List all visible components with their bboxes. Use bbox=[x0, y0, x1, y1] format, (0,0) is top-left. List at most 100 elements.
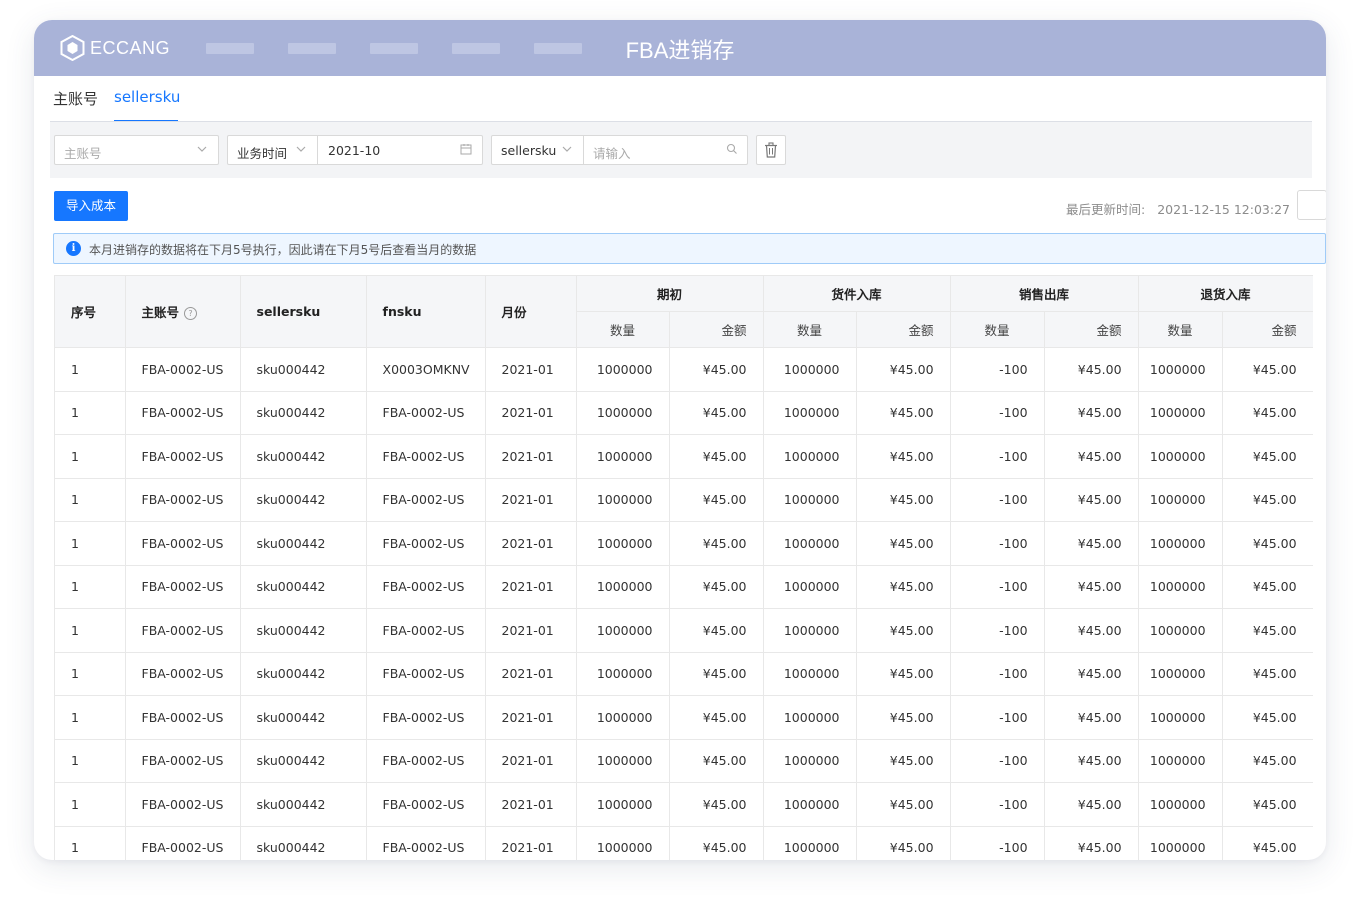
cell-return-qty: 1000000 bbox=[1138, 826, 1223, 860]
col-group-sales-out: 销售出库 bbox=[950, 276, 1139, 312]
cell-fnsku: FBA-0002-US bbox=[366, 391, 486, 435]
cell-return-amount: ¥45.00 bbox=[1222, 739, 1313, 783]
table-row[interactable]: 1 FBA-0002-US sku000442 FBA-0002-US 2021-01 1… bbox=[55, 782, 1313, 827]
cell-shipment-qty: 1000000 bbox=[763, 782, 857, 827]
col-group-shipment-in: 货件入库 bbox=[763, 276, 951, 312]
cell-index: 1 bbox=[55, 391, 126, 435]
search-input[interactable]: 请输入 bbox=[593, 143, 631, 162]
search-field-select[interactable]: sellersku bbox=[501, 143, 556, 158]
table-row[interactable]: 1 FBA-0002-US sku000442 FBA-0002-US 2021-01 1… bbox=[55, 608, 1313, 653]
cell-opening-qty: 1000000 bbox=[576, 434, 670, 479]
table-row[interactable]: 1 FBA-0002-US sku000442 FBA-0002-US 2021-01 1… bbox=[55, 521, 1313, 566]
cell-shipment-amount: ¥45.00 bbox=[856, 521, 951, 566]
table-row[interactable]: 1 FBA-0002-US sku000442 FBA-0002-US 2021-01 1… bbox=[55, 391, 1313, 435]
tab-sellersku[interactable]: sellersku bbox=[114, 88, 180, 106]
table-row[interactable]: 1 FBA-0002-US sku000442 FBA-0002-US 2021-01 1… bbox=[55, 826, 1313, 860]
cell-month: 2021-01 bbox=[485, 478, 577, 522]
cell-opening-qty: 1000000 bbox=[576, 478, 670, 522]
cell-index: 1 bbox=[55, 478, 126, 522]
cell-opening-qty: 1000000 bbox=[576, 608, 670, 653]
chevron-down-icon[interactable] bbox=[296, 143, 306, 157]
cell-opening-amount: ¥45.00 bbox=[669, 782, 764, 827]
cell-sellersku: sku000442 bbox=[240, 826, 367, 860]
cell-month: 2021-01 bbox=[485, 434, 577, 479]
col-header-sellersku: sellersku bbox=[240, 276, 367, 348]
cell-return-qty: 1000000 bbox=[1138, 565, 1223, 609]
table-row[interactable]: 1 FBA-0002-US sku000442 FBA-0002-US 2021-01 1… bbox=[55, 652, 1313, 696]
cell-opening-amount: ¥45.00 bbox=[669, 608, 764, 653]
cell-opening-qty: 1000000 bbox=[576, 347, 670, 392]
tab-main-account[interactable]: 主账号 bbox=[53, 88, 98, 109]
cell-sellersku: sku000442 bbox=[240, 565, 367, 609]
cell-account: FBA-0002-US bbox=[125, 391, 241, 435]
cell-month: 2021-01 bbox=[485, 608, 577, 653]
cell-sales-qty: -100 bbox=[950, 782, 1045, 827]
cell-sellersku: sku000442 bbox=[240, 391, 367, 435]
cell-return-amount: ¥45.00 bbox=[1222, 565, 1313, 609]
cell-month: 2021-01 bbox=[485, 782, 577, 827]
cell-sales-amount: ¥45.00 bbox=[1044, 695, 1139, 740]
cell-sales-amount: ¥45.00 bbox=[1044, 434, 1139, 479]
cell-sales-amount: ¥45.00 bbox=[1044, 826, 1139, 860]
cell-return-amount: ¥45.00 bbox=[1222, 652, 1313, 696]
cell-sales-amount: ¥45.00 bbox=[1044, 478, 1139, 522]
cell-return-amount: ¥45.00 bbox=[1222, 347, 1313, 392]
cell-month: 2021-01 bbox=[485, 739, 577, 783]
cell-opening-qty: 1000000 bbox=[576, 739, 670, 783]
cell-return-amount: ¥45.00 bbox=[1222, 434, 1313, 479]
cell-shipment-amount: ¥45.00 bbox=[856, 652, 951, 696]
col-header-amount: 金额 bbox=[1044, 311, 1139, 348]
cell-return-qty: 1000000 bbox=[1138, 478, 1223, 522]
cell-index: 1 bbox=[55, 608, 126, 653]
cell-sellersku: sku000442 bbox=[240, 434, 367, 479]
divider bbox=[583, 136, 584, 164]
time-type-select[interactable]: 业务时间 bbox=[237, 143, 287, 162]
account-select[interactable]: 主账号 bbox=[54, 135, 219, 165]
table-row[interactable]: 1 FBA-0002-US sku000442 FBA-0002-US 2021-01 1… bbox=[55, 695, 1313, 740]
calendar-icon[interactable] bbox=[460, 143, 472, 158]
cell-opening-qty: 1000000 bbox=[576, 391, 670, 435]
table-row[interactable]: 1 FBA-0002-US sku000442 FBA-0002-US 2021-01 1… bbox=[55, 434, 1313, 479]
month-picker-input[interactable]: 2021-10 bbox=[328, 143, 380, 158]
table-row[interactable]: 1 FBA-0002-US sku000442 FBA-0002-US 2021-01 1… bbox=[55, 478, 1313, 522]
import-cost-button[interactable]: 导入成本 bbox=[54, 191, 128, 221]
table-row[interactable]: 1 FBA-0002-US sku000442 FBA-0002-US 2021-01 1… bbox=[55, 565, 1313, 609]
cell-return-amount: ¥45.00 bbox=[1222, 478, 1313, 522]
info-notice: i 本月进销存的数据将在下月5号执行，因此请在下月5号后查看当月的数据 bbox=[53, 233, 1326, 264]
cell-return-qty: 1000000 bbox=[1138, 739, 1223, 783]
clear-button[interactable] bbox=[756, 135, 786, 165]
toolbar-edge-button[interactable] bbox=[1297, 190, 1326, 220]
cell-sellersku: sku000442 bbox=[240, 608, 367, 653]
cell-sales-qty: -100 bbox=[950, 478, 1045, 522]
cell-fnsku: FBA-0002-US bbox=[366, 478, 486, 522]
cell-month: 2021-01 bbox=[485, 347, 577, 392]
cell-opening-amount: ¥45.00 bbox=[669, 739, 764, 783]
cell-sellersku: sku000442 bbox=[240, 347, 367, 392]
cell-shipment-amount: ¥45.00 bbox=[856, 565, 951, 609]
cell-opening-amount: ¥45.00 bbox=[669, 826, 764, 860]
cell-opening-amount: ¥45.00 bbox=[669, 565, 764, 609]
cell-sales-qty: -100 bbox=[950, 608, 1045, 653]
table-row[interactable]: 1 FBA-0002-US sku000442 X0003OMKNV 2021-01 10… bbox=[55, 347, 1313, 392]
cell-sales-qty: -100 bbox=[950, 695, 1045, 740]
cell-return-amount: ¥45.00 bbox=[1222, 782, 1313, 827]
cell-index: 1 bbox=[55, 347, 126, 392]
table-row[interactable]: 1 FBA-0002-US sku000442 FBA-0002-US 2021-01 1… bbox=[55, 739, 1313, 783]
cell-return-qty: 1000000 bbox=[1138, 347, 1223, 392]
col-header-account: 主账号? bbox=[125, 276, 241, 348]
cell-index: 1 bbox=[55, 826, 126, 860]
cell-shipment-qty: 1000000 bbox=[763, 565, 857, 609]
cell-shipment-amount: ¥45.00 bbox=[856, 478, 951, 522]
cell-shipment-amount: ¥45.00 bbox=[856, 434, 951, 479]
last-update-label: 最后更新时间: bbox=[1066, 202, 1146, 217]
last-update-value: 2021-12-15 12:03:27 bbox=[1157, 202, 1290, 217]
help-circle-icon[interactable]: ? bbox=[184, 307, 198, 320]
cell-opening-qty: 1000000 bbox=[576, 782, 670, 827]
cell-fnsku: X0003OMKNV bbox=[366, 347, 486, 392]
cell-account: FBA-0002-US bbox=[125, 608, 241, 653]
search-icon[interactable] bbox=[726, 143, 738, 158]
chevron-down-icon[interactable] bbox=[562, 143, 572, 157]
cell-shipment-qty: 1000000 bbox=[763, 608, 857, 653]
table-body: 1 FBA-0002-US sku000442 X0003OMKNV 2021-01 10… bbox=[55, 347, 1313, 860]
cell-shipment-qty: 1000000 bbox=[763, 695, 857, 740]
